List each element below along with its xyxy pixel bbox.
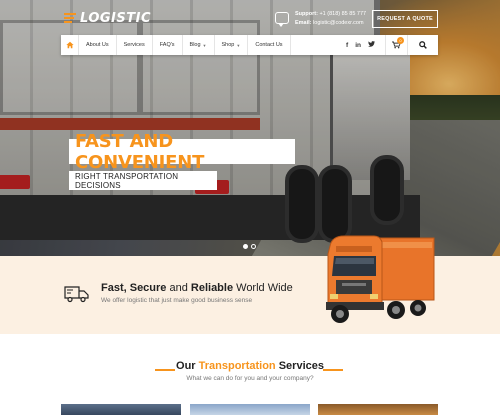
- orange-truck-image: [326, 235, 435, 323]
- chevron-down-icon: ▼: [236, 42, 241, 48]
- facebook-icon[interactable]: f: [346, 42, 348, 49]
- page: LOGISTIC Support: +1 (818) 85 85 777 Ema…: [0, 0, 500, 415]
- cart-count-badge: 0: [397, 37, 404, 44]
- band-subtitle: We offer logistic that just make good bu…: [101, 297, 253, 304]
- linkedin-icon[interactable]: in: [355, 42, 361, 49]
- nav-item-about-us[interactable]: About Us: [79, 35, 117, 55]
- logo-speed-lines-icon: [64, 13, 76, 23]
- logo-text: LOGISTIC: [80, 10, 151, 26]
- search-icon: [419, 41, 427, 49]
- services-title: Our Transportation Services: [176, 360, 324, 372]
- service-card-image-1[interactable]: [61, 404, 181, 415]
- delivery-truck-icon: [64, 286, 89, 303]
- chat-bubble-icon: [275, 12, 289, 27]
- nav-item-shop[interactable]: Shop ▼: [215, 35, 249, 55]
- home-icon: [65, 41, 74, 49]
- main-navbar: About Us Services FAQ's Blog ▼ Shop ▼ Cont…: [61, 35, 438, 55]
- request-quote-button[interactable]: REQUEST A QUOTE: [372, 10, 438, 28]
- nav-item-faqs[interactable]: FAQ's: [153, 35, 183, 55]
- slider-dot-2[interactable]: [251, 244, 256, 249]
- service-card-image-3[interactable]: [318, 404, 438, 415]
- nav-item-services[interactable]: Services: [117, 35, 153, 55]
- search-button[interactable]: [408, 35, 438, 55]
- cart-button[interactable]: 0: [386, 35, 408, 55]
- site-logo[interactable]: LOGISTIC: [64, 9, 151, 27]
- slider-dots: [243, 244, 256, 249]
- nav-home[interactable]: [61, 35, 79, 55]
- chevron-down-icon: ▼: [202, 42, 207, 48]
- social-links: f in: [346, 35, 386, 55]
- support-label: Support:: [295, 11, 318, 17]
- hero-headline: FAST AND CONVENIENT: [69, 131, 295, 173]
- twitter-icon[interactable]: [368, 41, 375, 49]
- support-email[interactable]: logistic@codexr.com: [313, 20, 364, 26]
- services-subtitle: What we can do for you and your company?: [186, 375, 314, 382]
- nav-item-blog[interactable]: Blog ▼: [183, 35, 215, 55]
- support-contact: Support: +1 (818) 85 85 777 Email: logis…: [275, 10, 366, 28]
- nav-item-contact-us[interactable]: Contact Us: [248, 35, 291, 55]
- support-phone[interactable]: +1 (818) 85 85 777: [319, 11, 366, 17]
- email-label: Email:: [295, 20, 312, 26]
- service-card-image-2[interactable]: [190, 404, 310, 415]
- band-title: Fast, Secure and Reliable World Wide: [101, 282, 293, 294]
- hero-subline: RIGHT TRANSPORTATION DECISIONS: [69, 171, 217, 190]
- slider-dot-1[interactable]: [243, 244, 248, 249]
